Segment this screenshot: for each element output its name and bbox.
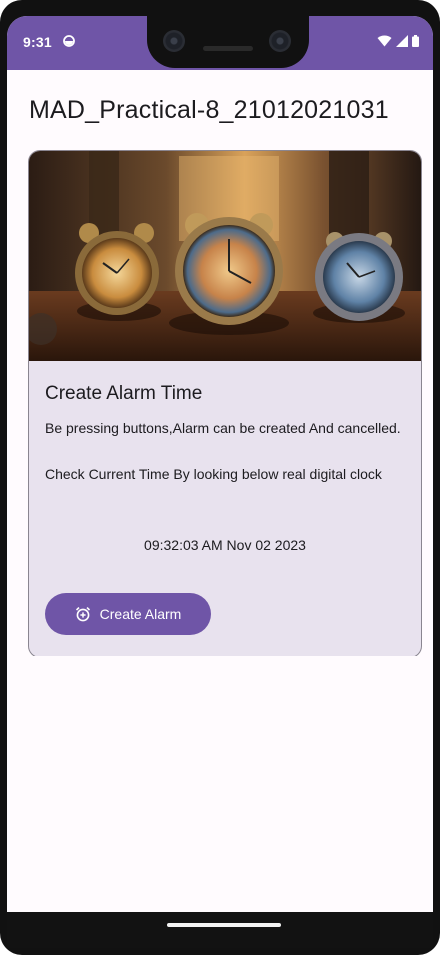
camera-notch <box>147 16 309 68</box>
create-alarm-label: Create Alarm <box>99 606 182 622</box>
status-time: 9:31 <box>23 34 52 50</box>
device-frame: 9:31 MAD_Practical-8_21012021031 Create … <box>0 0 440 955</box>
card-title: Create Alarm Time <box>45 383 203 404</box>
create-alarm-button[interactable]: Create Alarm <box>45 593 211 635</box>
notification-icon <box>63 35 75 47</box>
speaker-grille <box>203 46 253 51</box>
app-title: MAD_Practical-8_21012021031 <box>29 96 389 124</box>
card-description: Be pressing buttons,Alarm can be created… <box>45 420 401 436</box>
empty-content-area <box>7 656 433 912</box>
screen: 9:31 MAD_Practical-8_21012021031 Create … <box>7 16 433 948</box>
sensor-icon <box>269 30 291 52</box>
signal-icon <box>396 35 408 47</box>
status-icons <box>377 35 419 47</box>
alarm-add-icon <box>75 607 90 622</box>
digital-clock: 09:32:03 AM Nov 02 2023 <box>144 537 306 553</box>
alarm-card: Create Alarm Time Be pressing buttons,Al… <box>28 150 422 658</box>
card-instruction: Check Current Time By looking below real… <box>45 466 382 482</box>
alarm-clocks-image <box>29 151 421 361</box>
battery-icon <box>412 35 419 47</box>
navigation-bar <box>7 912 433 948</box>
wifi-icon <box>377 35 392 47</box>
camera-icon <box>163 30 185 52</box>
home-gesture-handle[interactable] <box>167 923 281 927</box>
